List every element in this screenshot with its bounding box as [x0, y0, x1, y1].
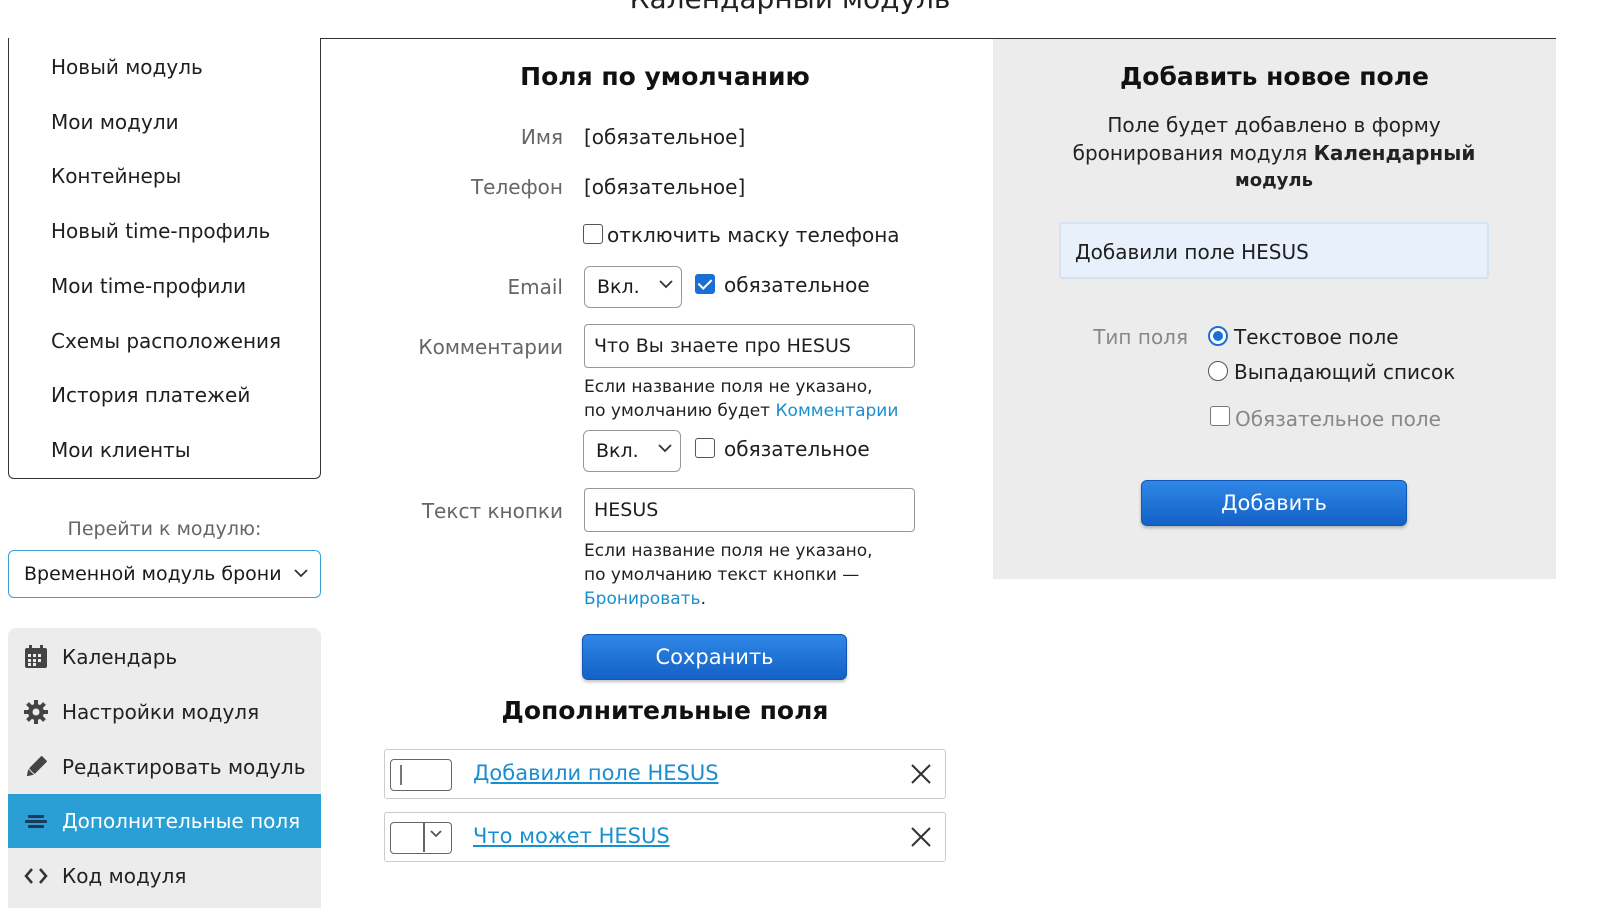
- comment-select[interactable]: Вкл.: [583, 430, 681, 472]
- extra-field-link[interactable]: Что может HESUS: [473, 824, 670, 848]
- comment-select-value: Вкл.: [596, 440, 639, 462]
- new-field-name-input[interactable]: Добавили поле HESUS: [1059, 222, 1489, 279]
- module-select[interactable]: Временной модуль брони: [8, 550, 321, 598]
- nav-item-my-modules[interactable]: Мои модули: [51, 110, 179, 134]
- text-field-icon: [390, 759, 452, 791]
- add-field-desc-line3: модуль: [1235, 170, 1313, 191]
- extra-field-row: Что может HESUS: [384, 812, 946, 862]
- close-icon[interactable]: [909, 762, 933, 786]
- name-label: Имя: [520, 125, 563, 149]
- type-text-label: Текстовое поле: [1234, 325, 1399, 349]
- nav-item-layouts[interactable]: Схемы расположения: [51, 329, 281, 353]
- extra-fields-title: Дополнительные поля: [501, 696, 829, 725]
- menu-item-extra-fields[interactable]: Дополнительные поля: [8, 794, 321, 848]
- nav-item-my-time-profiles[interactable]: Мои time-профили: [51, 274, 246, 298]
- menu-item-label: Код модуля: [62, 864, 187, 888]
- pencil-icon: [22, 753, 50, 781]
- comment-hint-line2: по умолчанию будет: [584, 401, 776, 421]
- menu-item-label: Календарь: [62, 645, 178, 669]
- menu-item-calendar[interactable]: Календарь: [8, 630, 321, 684]
- calendar-icon: [22, 643, 50, 671]
- email-label: Email: [507, 275, 564, 299]
- phone-label: Телефон: [470, 175, 563, 199]
- add-button[interactable]: Добавить: [1141, 480, 1407, 526]
- phone-mask-checkbox[interactable]: [583, 224, 603, 244]
- save-button[interactable]: Сохранить: [582, 634, 847, 680]
- nav-item-new-module[interactable]: Новый модуль: [51, 55, 203, 79]
- module-menu: Календарь Настройки модуля Редактировать…: [8, 628, 321, 908]
- type-text-radio[interactable]: [1208, 326, 1228, 346]
- email-required-label: обязательное: [724, 273, 870, 297]
- fields-icon: [22, 807, 50, 835]
- comment-field[interactable]: Что Вы знаете про HESUS: [584, 324, 915, 368]
- name-value: [обязательное]: [584, 125, 746, 149]
- default-fields-title: Поля по умолчанию: [520, 62, 810, 91]
- chevron-down-icon: [294, 563, 308, 582]
- button-text-field[interactable]: HESUS: [584, 488, 915, 532]
- nav-item-new-time-profile[interactable]: Новый time-профиль: [51, 219, 270, 243]
- chevron-down-icon: [659, 277, 673, 293]
- add-field-title: Добавить новое поле: [1120, 62, 1429, 91]
- dropdown-field-icon: [390, 822, 452, 854]
- comment-hint-link[interactable]: Комментарии: [775, 401, 898, 421]
- extra-field-row: Добавили поле HESUS: [384, 749, 946, 799]
- add-field-description: Поле будет добавлено в форму бронировани…: [1000, 111, 1548, 195]
- button-hint-link[interactable]: Бронировать: [584, 589, 701, 609]
- button-hint: Если название поля не указано, по умолча…: [584, 539, 873, 611]
- comment-label: Комментарии: [418, 335, 563, 359]
- email-select[interactable]: Вкл.: [584, 266, 682, 308]
- menu-item-edit-module[interactable]: Редактировать модуль: [8, 740, 321, 794]
- gear-icon: [22, 698, 50, 726]
- button-text-label: Текст кнопки: [421, 499, 563, 523]
- goto-module-label: Перейти к модулю:: [67, 518, 262, 540]
- extra-field-link[interactable]: Добавили поле HESUS: [473, 761, 719, 785]
- required-field-label: Обязательное поле: [1235, 407, 1441, 431]
- email-select-value: Вкл.: [597, 276, 640, 298]
- menu-item-label: Редактировать модуль: [62, 755, 306, 779]
- comment-required-label: обязательное: [724, 437, 870, 461]
- page-title: Календарный модуль: [0, 0, 1580, 15]
- email-required-checkbox[interactable]: [695, 274, 715, 294]
- type-dropdown-radio[interactable]: [1208, 361, 1228, 381]
- nav-menu: Новый модуль Мои модули Контейнеры Новый…: [8, 38, 321, 479]
- menu-item-label: Дополнительные поля: [62, 809, 301, 833]
- type-dropdown-label: Выпадающий список: [1234, 360, 1456, 384]
- phone-value: [обязательное]: [584, 175, 746, 199]
- field-type-label: Тип поля: [1093, 325, 1188, 349]
- menu-item-module-code[interactable]: Код модуля: [8, 849, 321, 903]
- comment-hint: Если название поля не указано, по умолча…: [584, 375, 898, 423]
- nav-item-my-clients[interactable]: Мои клиенты: [51, 438, 191, 462]
- menu-item-module-settings[interactable]: Настройки модуля: [8, 685, 321, 739]
- add-field-desc-line2: бронирования модуля: [1072, 141, 1314, 165]
- module-select-value: Временной модуль брони: [24, 563, 282, 585]
- chevron-down-icon: [658, 441, 672, 457]
- button-hint-line1: Если название поля не указано,: [584, 541, 873, 561]
- comment-hint-line1: Если название поля не указано,: [584, 377, 873, 397]
- code-icon: [22, 862, 50, 890]
- menu-item-label: Настройки модуля: [62, 700, 260, 724]
- nav-item-containers[interactable]: Контейнеры: [51, 164, 181, 188]
- add-field-desc-line1: Поле будет добавлено в форму: [1107, 113, 1441, 137]
- add-field-desc-bold: Календарный: [1313, 141, 1476, 165]
- phone-mask-label: отключить маску телефона: [607, 223, 900, 247]
- nav-item-payment-history[interactable]: История платежей: [51, 383, 250, 407]
- comment-required-checkbox[interactable]: [695, 438, 715, 458]
- required-field-checkbox[interactable]: [1210, 406, 1230, 426]
- button-hint-line2: по умолчанию текст кнопки —: [584, 565, 860, 585]
- button-hint-end: .: [700, 589, 706, 609]
- close-icon[interactable]: [909, 825, 933, 849]
